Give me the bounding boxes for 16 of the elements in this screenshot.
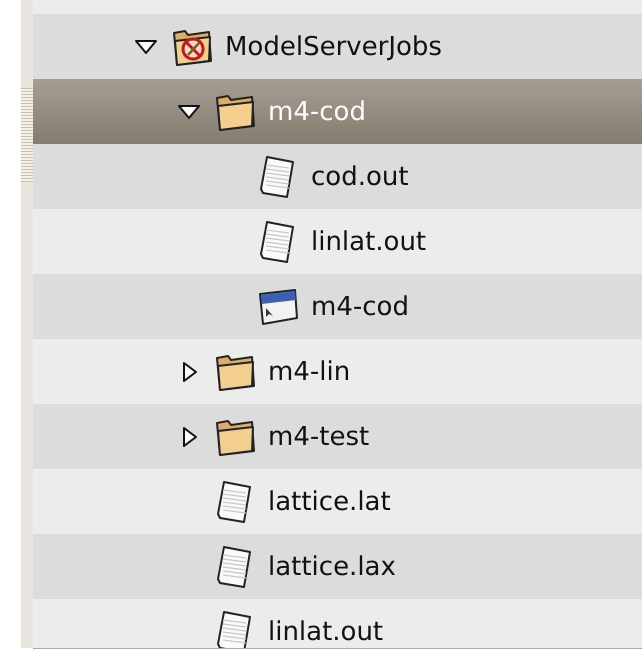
- tree-row[interactable]: lattice.lax: [33, 534, 642, 599]
- item-label: ModelServerJobs: [225, 34, 442, 60]
- item-label: linlat.out: [268, 618, 384, 644]
- item-label: m4-cod: [268, 98, 366, 124]
- item-label: cod.out: [311, 164, 409, 190]
- item-label: linlat.out: [311, 228, 426, 254]
- item-label: lattice.lat: [268, 488, 391, 514]
- tree-row[interactable]: m4-test: [33, 404, 642, 469]
- item-label: m4-test: [268, 424, 370, 450]
- tree-row[interactable]: cod.out: [33, 144, 642, 209]
- tree-row[interactable]: m4-cod: [33, 274, 642, 339]
- item-label: m4-lin: [268, 358, 350, 384]
- tree-row[interactable]: ModelServerJobs: [33, 14, 642, 79]
- grip-handle[interactable]: [21, 88, 33, 182]
- item-label: m4-cod: [311, 294, 409, 320]
- item-label: lattice.lax: [268, 554, 396, 580]
